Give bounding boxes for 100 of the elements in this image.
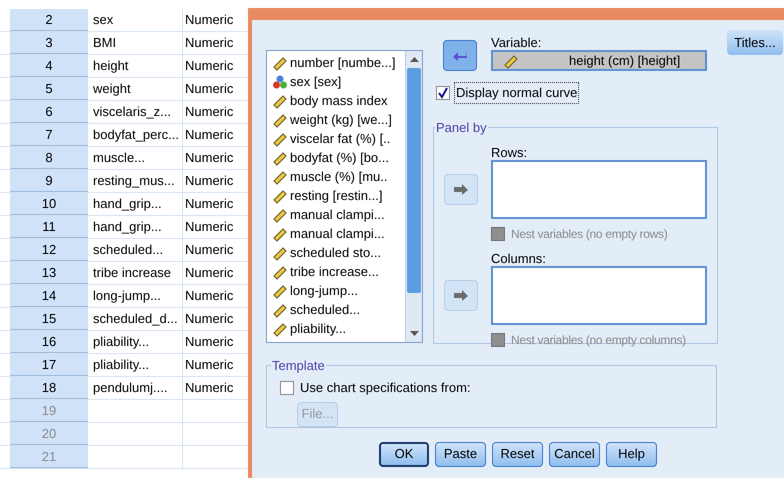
table-cell-text: Numeric <box>185 34 234 52</box>
ruler-icon <box>272 206 288 222</box>
ruler-icon <box>272 112 288 128</box>
variable-item[interactable]: scheduled sto... <box>272 243 405 262</box>
row-number[interactable]: 7 <box>10 124 88 146</box>
table-cell-text: Numeric <box>185 149 234 168</box>
row-number[interactable]: 15 <box>10 308 88 330</box>
checkbox-label: Nest variables (no empty rows) <box>511 226 668 243</box>
variable-item[interactable]: number [numbe...] <box>272 53 405 72</box>
row-number[interactable]: 10 <box>10 193 88 215</box>
row-number[interactable]: 2 <box>10 9 88 31</box>
move-arrow-button[interactable] <box>443 40 477 71</box>
checkbox-label: Nest variables (no empty columns) <box>511 332 686 349</box>
ruler-icon <box>272 150 288 166</box>
ruler-icon <box>272 264 288 280</box>
row-number[interactable]: 9 <box>10 170 88 192</box>
panel-field[interactable] <box>491 266 707 325</box>
table-cell-text: Numeric <box>185 80 234 98</box>
row-number[interactable]: 11 <box>10 216 88 238</box>
table-cell-text: weight <box>93 80 131 98</box>
variable-item[interactable]: muscle (%) [mu.. <box>272 167 405 186</box>
variable-item[interactable]: resting [restin...] <box>272 186 405 205</box>
dialog-button[interactable]: Paste <box>435 442 486 466</box>
row-number[interactable]: 6 <box>10 101 88 123</box>
table-cell-text: Numeric <box>185 264 234 282</box>
table-cell-text: Numeric <box>185 172 234 190</box>
table-cell-text: BMI <box>93 34 116 52</box>
variable-item[interactable]: manual clampi... <box>272 224 405 243</box>
panel-label: Columns: <box>491 251 547 266</box>
ruler-icon <box>272 320 288 336</box>
row-number[interactable]: 8 <box>10 147 88 169</box>
variable-item[interactable]: bodyfat (%) [bo... <box>272 148 405 167</box>
variable-item[interactable]: pliability... <box>272 319 405 338</box>
row-number[interactable]: 13 <box>10 262 88 284</box>
variable-item[interactable]: manual clampi... <box>272 205 405 224</box>
row-number[interactable]: 3 <box>10 32 88 54</box>
table-cell-text: Numeric <box>185 126 234 144</box>
scroll-up-icon <box>410 57 418 62</box>
row-number[interactable]: 12 <box>10 239 88 261</box>
dialog-button[interactable]: OK <box>379 442 429 466</box>
variable-item[interactable]: body mass index <box>272 91 405 110</box>
table-cell-text: muscle... <box>93 149 146 168</box>
table-cell-text: pliability... <box>93 333 150 352</box>
table-cell-text: tribe increase <box>93 264 172 282</box>
table-cell-text: Numeric <box>185 287 234 306</box>
row-number[interactable]: 4 <box>10 55 88 77</box>
scroll-down-icon <box>410 331 418 336</box>
table-cell-text: height <box>93 57 128 76</box>
panel-label: Rows: <box>491 145 528 160</box>
ruler-icon <box>272 92 288 108</box>
table-cell-text: Numeric <box>185 103 234 122</box>
table-cell-text: hand_grip... <box>93 218 162 236</box>
row-number[interactable]: 14 <box>10 285 88 307</box>
table-cell-text: Numeric <box>185 195 234 214</box>
variable-item[interactable]: long-jump... <box>272 281 405 300</box>
dialog-button[interactable]: Titles... <box>727 30 783 55</box>
checkbox-label: Display normal curve <box>454 82 580 104</box>
variable-item[interactable]: weight (kg) [we...] <box>272 110 405 129</box>
checkbox-label: Use chart specifications from: <box>300 379 471 397</box>
arrow-icon <box>453 184 469 196</box>
ruler-icon <box>272 188 288 204</box>
table-cell-text: Numeric <box>185 310 234 328</box>
row-number[interactable]: 17 <box>10 354 88 376</box>
variable-label: Variable: <box>491 35 542 50</box>
table-cell-text: scheduled_d... <box>93 310 178 328</box>
ruler-icon <box>272 226 288 242</box>
circles-icon <box>272 74 288 90</box>
arrow-icon <box>453 290 469 302</box>
dialog-button[interactable]: Reset <box>492 442 543 466</box>
variable-item[interactable]: tribe increase... <box>272 262 405 281</box>
table-cell-text: Numeric <box>185 11 234 30</box>
table-cell-text: resting_mus... <box>93 172 175 190</box>
variable-item[interactable]: sex [sex] <box>272 72 405 91</box>
panel-field[interactable] <box>491 160 707 219</box>
table-cell-text: Numeric <box>185 356 234 374</box>
row-number[interactable]: 5 <box>10 78 88 100</box>
table-cell-text: Numeric <box>185 241 234 260</box>
variable-item[interactable]: viscelar fat (%) [.. <box>272 129 405 148</box>
table-cell-text: Numeric <box>185 379 234 398</box>
arrow-icon <box>452 50 468 62</box>
checkbox[interactable] <box>280 380 294 395</box>
table-cell-text: bodyfat_perc... <box>93 126 179 144</box>
group-legend: Template <box>271 356 326 375</box>
row-number[interactable]: 16 <box>10 331 88 353</box>
group-legend: Panel by <box>435 118 488 137</box>
ruler-icon <box>272 54 288 70</box>
dialog-button[interactable]: Help <box>606 442 657 466</box>
scrollbar[interactable] <box>405 51 422 342</box>
checkbox[interactable] <box>436 86 450 100</box>
row-number[interactable]: 18 <box>10 377 88 399</box>
ruler-icon <box>503 52 519 68</box>
ruler-icon <box>272 244 288 260</box>
dialog-button[interactable]: Cancel <box>549 442 600 466</box>
scroll-thumb[interactable] <box>407 68 421 293</box>
table-cell-text: Numeric <box>185 218 234 236</box>
table-cell-text: viscelaris_z... <box>93 103 172 122</box>
variable-item[interactable]: scheduled... <box>272 300 405 319</box>
table-cell-text: sex <box>93 11 114 30</box>
ruler-icon <box>272 282 288 298</box>
variable-field[interactable]: height (cm) [height] <box>491 50 707 71</box>
